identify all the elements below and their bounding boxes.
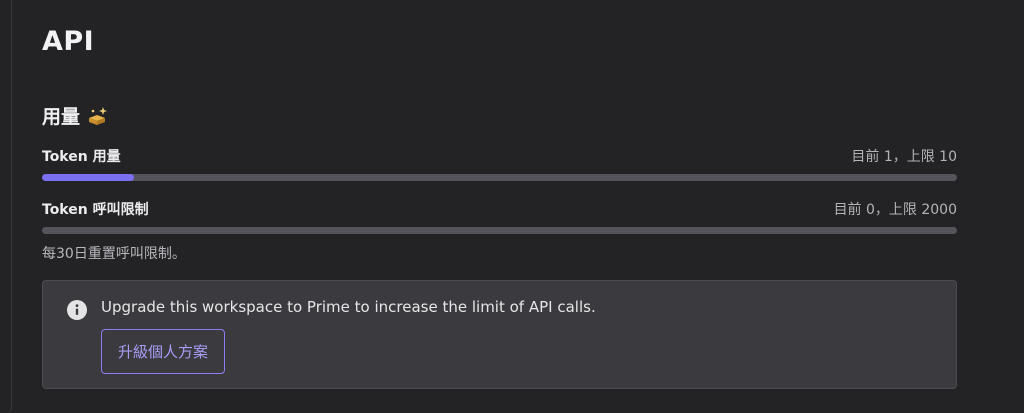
usage-section-label: 用量 — [42, 106, 81, 128]
sparkle-icon — [89, 106, 108, 125]
info-icon — [67, 300, 87, 320]
api-settings-page: API 用量 Token 用量 目前 1，上限 10 Token 呼叫限制 目前… — [0, 0, 1024, 413]
upgrade-notice: Upgrade this workspace to Prime to incre… — [42, 280, 957, 389]
token-usage-track — [42, 174, 957, 181]
usage-section-title: 用量 — [42, 102, 110, 129]
token-call-limit-label: Token 呼叫限制 — [42, 202, 149, 218]
token-usage-label: Token 用量 — [42, 149, 121, 165]
upgrade-notice-text: Upgrade this workspace to Prime to incre… — [101, 298, 596, 316]
token-usage-fill — [42, 174, 134, 181]
sidebar-edge — [0, 0, 12, 413]
upgrade-plan-button[interactable]: 升級個人方案 — [101, 329, 226, 374]
token-call-limit-value: 目前 0，上限 2000 — [833, 202, 957, 218]
token-usage-value: 目前 1，上限 10 — [851, 149, 957, 165]
page-title: API — [42, 26, 95, 57]
reset-note: 每30日重置呼叫限制。 — [42, 246, 186, 262]
token-call-limit-track — [42, 227, 957, 234]
